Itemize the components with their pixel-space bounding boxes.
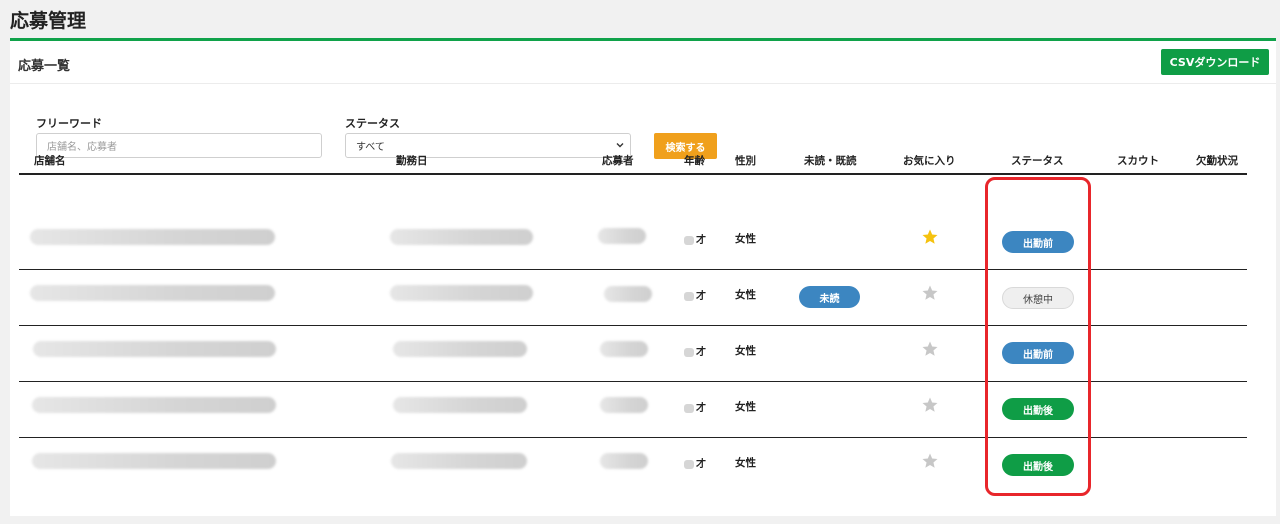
- status-select-value: すべて: [356, 142, 385, 153]
- redacted-store-name: [33, 341, 276, 357]
- freeword-label: フリーワード: [36, 117, 102, 130]
- gender-cell: 女性: [735, 345, 756, 357]
- table-header-divider: [19, 173, 1247, 175]
- column-header-scout: スカウト: [1117, 155, 1159, 167]
- status-filter-label: ステータス: [345, 117, 400, 130]
- gender-cell: 女性: [735, 401, 756, 413]
- redacted-work-date: [391, 453, 527, 469]
- age-suffix: 才: [696, 459, 706, 470]
- age-suffix: 才: [696, 347, 706, 358]
- redacted-applicant: [600, 397, 648, 413]
- column-header-store: 店舗名: [34, 155, 66, 167]
- status-column-highlight: [985, 177, 1091, 496]
- column-header-date: 勤務日: [396, 155, 428, 167]
- star-icon[interactable]: [921, 228, 939, 246]
- status-select[interactable]: すべて: [345, 133, 631, 158]
- age-suffix: 才: [696, 403, 706, 414]
- redacted-age: [684, 403, 694, 413]
- column-header-read: 未読・既読: [804, 155, 857, 167]
- column-header-status: ステータス: [1011, 155, 1064, 167]
- column-header-absence: 欠勤状況: [1196, 155, 1238, 167]
- csv-download-button[interactable]: CSVダウンロード: [1161, 49, 1269, 75]
- age-cell: 才: [684, 455, 706, 470]
- age-suffix: 才: [696, 235, 706, 246]
- redacted-store-name: [30, 285, 275, 301]
- freeword-input[interactable]: 店舗名、応募者: [36, 133, 322, 158]
- gender-cell: 女性: [735, 233, 756, 245]
- redacted-work-date: [393, 397, 527, 413]
- column-header-favorite: お気に入り: [903, 155, 956, 167]
- age-suffix: 才: [696, 291, 706, 302]
- redacted-work-date: [390, 285, 533, 301]
- redacted-age: [684, 235, 694, 245]
- card-title: 応募一覧: [18, 59, 71, 74]
- redacted-store-name: [32, 453, 276, 469]
- column-header-gender: 性別: [735, 155, 756, 167]
- age-cell: 才: [684, 399, 706, 414]
- redacted-applicant: [604, 286, 652, 302]
- star-icon[interactable]: [921, 284, 939, 302]
- redacted-store-name: [30, 229, 275, 245]
- age-cell: 才: [684, 287, 706, 302]
- redacted-applicant: [600, 453, 648, 469]
- star-icon[interactable]: [921, 452, 939, 470]
- gender-cell: 女性: [735, 457, 756, 469]
- redacted-work-date: [390, 229, 533, 245]
- page-title: 応募管理: [10, 10, 87, 32]
- redacted-age: [684, 459, 694, 469]
- card-header: 応募一覧 CSVダウンロード: [10, 41, 1276, 84]
- age-cell: 才: [684, 343, 706, 358]
- gender-cell: 女性: [735, 289, 756, 301]
- star-icon[interactable]: [921, 340, 939, 358]
- unread-badge[interactable]: 未読: [799, 286, 860, 308]
- chevron-down-icon: [616, 143, 624, 148]
- column-header-age: 年齢: [684, 155, 705, 167]
- redacted-applicant: [598, 228, 646, 244]
- age-cell: 才: [684, 231, 706, 246]
- redacted-age: [684, 291, 694, 301]
- column-header-applicant: 応募者: [602, 155, 634, 167]
- redacted-applicant: [600, 341, 648, 357]
- star-icon[interactable]: [921, 396, 939, 414]
- redacted-age: [684, 347, 694, 357]
- redacted-work-date: [393, 341, 527, 357]
- redacted-store-name: [32, 397, 276, 413]
